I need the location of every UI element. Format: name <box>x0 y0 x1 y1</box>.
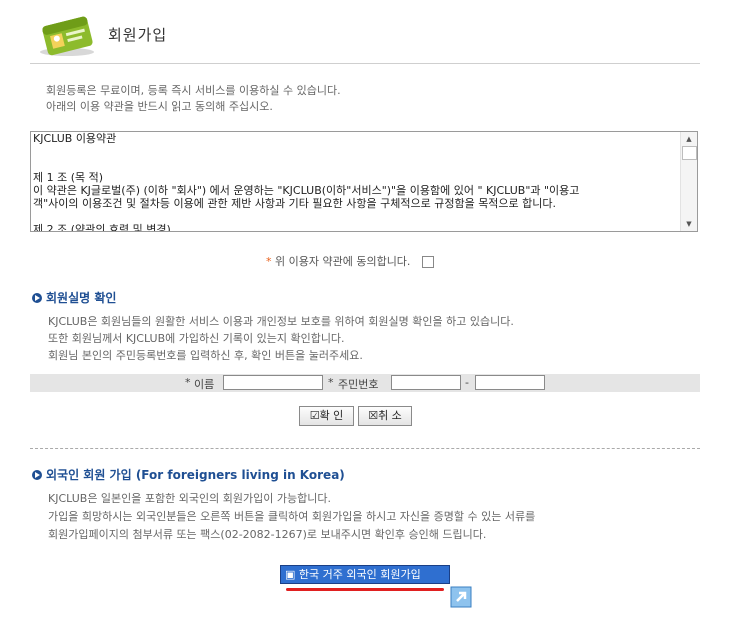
close-icon: ☒ <box>368 409 379 422</box>
foreign-section-title: 외국인 회원 가입 (For foreigners living in Kore… <box>32 466 345 483</box>
rrn-dash: - <box>465 376 469 389</box>
required-star: * <box>328 376 334 389</box>
required-star: * <box>266 255 272 268</box>
foreign-title-text: 외국인 회원 가입 (For foreigners living in Kore… <box>46 468 345 482</box>
foreign-desc-3: 회원가입페이지의 첨부서류 또는 팩스(02-2082-1267)로 보내주시면… <box>48 528 487 541</box>
foreign-signup-button[interactable]: ▣ 한국 거주 외국인 회원가입 <box>280 565 450 584</box>
terms-text: KJCLUB 이용약관 제 1 조 (목 적) 이 약관은 KJ글로벌(주) (… <box>33 132 679 232</box>
required-star: * <box>185 376 191 389</box>
open-link-icon <box>450 586 472 608</box>
agree-label: 위 이용자 약관에 동의합니다. <box>275 255 411 268</box>
realname-title-text: 회원실명 확인 <box>46 291 117 305</box>
member-card-icon <box>36 12 98 58</box>
realname-section-title: 회원실명 확인 <box>32 289 116 306</box>
terms-line: 제 1 조 (목 적) <box>33 171 104 184</box>
terms-line: 제 2 조 (약관의 효력 및 변경) <box>33 223 171 232</box>
foreign-signup-label: 한국 거주 외국인 회원가입 <box>298 568 421 581</box>
rrn-first-input[interactable] <box>391 375 461 390</box>
scroll-down-icon[interactable]: ▼ <box>681 217 697 231</box>
realname-desc-2: 또한 회원님께서 KJCLUB에 가입하신 기록이 있는지 확인합니다. <box>48 332 345 345</box>
name-label: 이름 <box>194 378 215 391</box>
name-input[interactable] <box>223 375 323 390</box>
confirm-label: 확 인 <box>319 409 344 422</box>
agree-checkbox[interactable] <box>421 256 434 268</box>
cancel-label: 취 소 <box>378 409 402 422</box>
bullet-arrow-icon <box>32 293 42 303</box>
rrn-label: 주민번호 <box>338 378 379 391</box>
globe-icon: ▣ <box>285 568 296 581</box>
terms-line: 객"사이의 이용조건 및 절차등 이용에 관한 제반 사항과 기타 필요한 사항… <box>33 197 557 210</box>
terms-line: 이 약관은 KJ글로벌(주) (이하 "회사") 에서 운영하는 "KJCLUB… <box>33 184 580 197</box>
highlight-underline <box>286 588 444 591</box>
check-icon: ☑ <box>309 409 320 422</box>
terms-scrollbar[interactable]: ▲ ▼ <box>680 132 697 231</box>
terms-line <box>33 145 679 158</box>
realname-desc-3: 회원님 본인의 주민등록번호를 입력하신 후, 확인 버튼을 눌러주세요. <box>48 349 363 362</box>
page-title: 회원가입 <box>108 26 168 44</box>
scroll-thumb[interactable] <box>682 146 697 160</box>
terms-line: KJCLUB 이용약관 <box>33 132 117 145</box>
foreign-desc-2: 가입을 희망하시는 외국인분들은 오른쪽 버튼을 클릭하여 회원가입을 하시고 … <box>48 510 536 523</box>
terms-line <box>33 210 679 223</box>
scroll-up-icon[interactable]: ▲ <box>681 132 697 146</box>
rrn-second-input[interactable] <box>475 375 545 390</box>
confirm-button[interactable]: ☑확 인 <box>299 406 354 426</box>
realname-desc-1: KJCLUB은 회원님들의 원활한 서비스 이용과 개인정보 보호를 위하여 회… <box>48 315 514 328</box>
header-divider <box>30 63 700 64</box>
intro-line-2: 아래의 이용 약관을 반드시 읽고 동의해 주십시오. <box>46 100 273 113</box>
bullet-arrow-icon <box>32 470 42 480</box>
terms-textarea[interactable]: KJCLUB 이용약관 제 1 조 (목 적) 이 약관은 KJ글로벌(주) (… <box>30 131 698 232</box>
intro-line-1: 회원등록은 무료이며, 등록 즉시 서비스를 이용하실 수 있습니다. <box>46 84 341 97</box>
foreign-desc-1: KJCLUB은 일본인을 포함한 외국인의 회원가입이 가능합니다. <box>48 492 331 505</box>
cancel-button[interactable]: ☒취 소 <box>358 406 412 426</box>
section-divider <box>30 448 700 449</box>
terms-line <box>33 158 679 171</box>
agree-row: * 위 이용자 약관에 동의합니다. <box>266 253 434 269</box>
